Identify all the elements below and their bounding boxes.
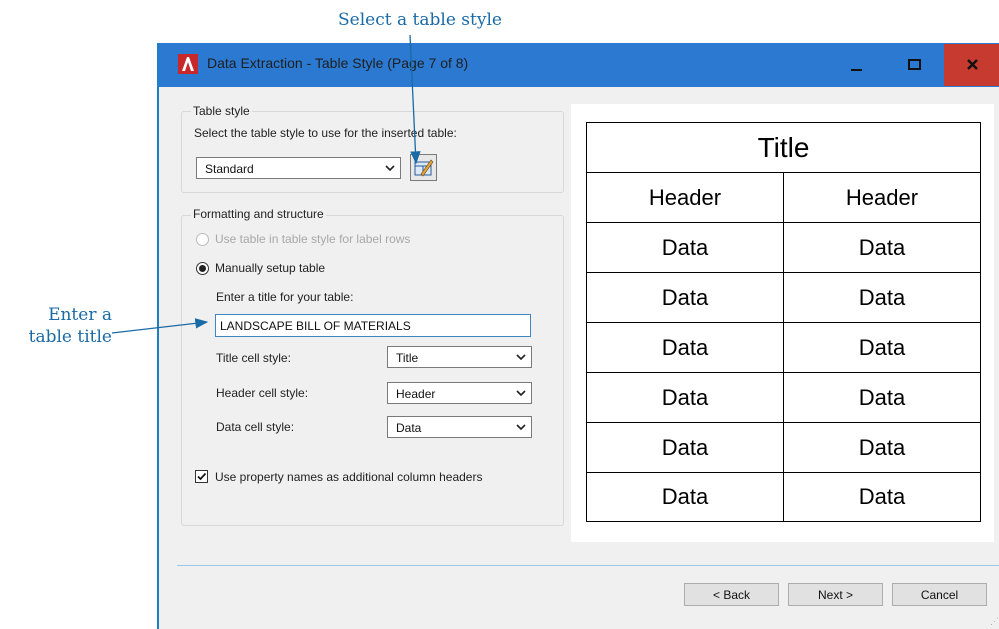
cancel-button[interactable]: Cancel (892, 583, 987, 606)
maximize-button[interactable] (887, 44, 942, 86)
table-style-dialog-icon (414, 159, 434, 177)
title-bar[interactable]: Data Extraction - Table Style (Page 7 of… (159, 43, 999, 87)
preview-data-cell: Data (784, 323, 980, 373)
property-names-checkbox[interactable] (195, 470, 208, 483)
data-cell-style-label: Data cell style: (216, 420, 295, 434)
minimize-button[interactable] (829, 44, 884, 86)
preview-header-cell: Header (784, 173, 980, 223)
header-cell-style-label: Header cell style: (216, 386, 309, 400)
label-rows-option-label: Use table in table style for label rows (215, 232, 411, 246)
preview-data-cell: Data (784, 373, 980, 423)
title-cell-style-select[interactable]: Title (387, 346, 532, 368)
chevron-down-icon (516, 354, 526, 361)
table-style-prompt: Select the table style to use for the in… (194, 126, 457, 140)
preview-data-cell: Data (587, 323, 784, 373)
resize-grip-icon[interactable]: ⋰ (990, 616, 999, 627)
preview-data-cell: Data (784, 223, 980, 273)
chevron-down-icon (516, 424, 526, 431)
radio-selected-dot (199, 265, 206, 272)
preview-data-cell: Data (587, 473, 784, 521)
data-cell-style-value: Data (396, 421, 422, 435)
chevron-down-icon (516, 390, 526, 397)
preview-data-cell: Data (784, 423, 980, 473)
close-icon (967, 59, 978, 70)
preview-data-cell: Data (587, 423, 784, 473)
manual-setup-radio[interactable] (196, 262, 209, 275)
maximize-icon (908, 59, 921, 70)
callout-line-1: Enter a (48, 305, 112, 325)
table-style-selected-value: Standard (205, 162, 254, 176)
data-extraction-dialog: Data Extraction - Table Style (Page 7 of… (157, 43, 999, 629)
minimize-icon (851, 69, 862, 71)
close-button[interactable] (944, 44, 999, 86)
autocad-a-icon (178, 54, 198, 74)
manual-setup-option-label: Manually setup table (215, 261, 326, 275)
preview-table: Title Header Header Data Data Data Data … (586, 122, 981, 522)
next-button[interactable]: Next > (788, 583, 883, 606)
preview-data-cell: Data (784, 273, 980, 323)
footer-separator (177, 565, 999, 566)
preview-data-cell: Data (858, 484, 906, 509)
table-style-group (181, 111, 564, 193)
callout-enter-table-title: Enter a table title (0, 304, 112, 348)
callout-select-table-style: Select a table style (338, 10, 502, 30)
table-style-group-label: Table style (191, 104, 252, 118)
header-cell-style-value: Header (396, 387, 436, 401)
label-rows-radio[interactable] (196, 233, 209, 246)
preview-data-cell: Data (587, 223, 784, 273)
preview-title-cell: Title (587, 123, 980, 173)
formatting-group-label: Formatting and structure (191, 207, 326, 221)
table-preview-panel: Title Header Header Data Data Data Data … (571, 104, 994, 542)
window-title: Data Extraction - Table Style (Page 7 of… (207, 55, 469, 71)
back-button[interactable]: < Back (684, 583, 779, 606)
chevron-down-icon (385, 165, 395, 172)
data-cell-style-select[interactable]: Data (387, 416, 532, 438)
header-cell-style-select[interactable]: Header (387, 382, 532, 404)
title-cell-style-label: Title cell style: (216, 351, 291, 365)
checkmark-icon (197, 472, 207, 481)
property-names-label: Use property names as additional column … (215, 470, 483, 484)
preview-data-cell: Data (587, 373, 784, 423)
table-style-dialog-button[interactable] (410, 154, 437, 181)
title-cell-style-value: Title (396, 351, 419, 365)
preview-header-cell: Header (587, 173, 784, 223)
preview-data-cell: Data (587, 273, 784, 323)
table-title-prompt: Enter a title for your table: (216, 290, 354, 304)
callout-line-2: table title (28, 327, 112, 347)
table-title-input[interactable]: LANDSCAPE BILL OF MATERIALS (215, 314, 531, 337)
table-style-select[interactable]: Standard (196, 157, 401, 179)
